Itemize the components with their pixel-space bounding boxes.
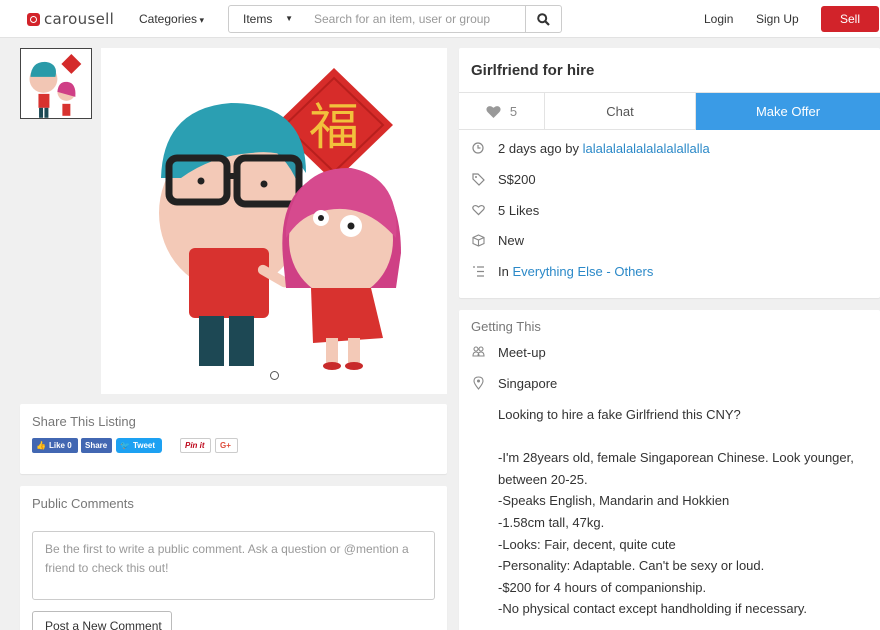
search-button[interactable] xyxy=(525,5,562,33)
post-comment-button[interactable]: Post a New Comment xyxy=(32,611,172,630)
price-row: S$200 xyxy=(471,170,536,188)
login-link[interactable]: Login xyxy=(704,12,733,26)
sell-button[interactable]: Sell xyxy=(821,6,879,32)
carousell-logo[interactable]: carousell xyxy=(27,10,114,28)
listing-action-row: 5 Chat Make Offer xyxy=(459,92,880,130)
pinterest-pin-button[interactable]: Pin it xyxy=(180,438,211,453)
share-title: Share This Listing xyxy=(32,414,136,429)
like-button[interactable]: 5 xyxy=(459,93,545,130)
comments-title: Public Comments xyxy=(32,496,134,511)
box-icon xyxy=(471,233,485,247)
listing-title: Girlfriend for hire xyxy=(471,62,595,79)
getting-title: Getting This xyxy=(471,319,541,334)
category-prefix: In xyxy=(498,263,509,279)
logo-text: carousell xyxy=(44,10,115,28)
comment-textarea[interactable]: Be the first to write a public comment. … xyxy=(32,531,435,600)
share-panel: Share This Listing 👍 Like 0 Share 🐦 Twee… xyxy=(20,404,447,474)
list-icon xyxy=(471,264,485,278)
twitter-bird-icon: 🐦 xyxy=(120,441,130,450)
posted-text: 2 days ago by xyxy=(498,140,579,156)
public-comments-panel: Public Comments Be the first to write a … xyxy=(20,486,447,630)
meetup-row: Meet-up xyxy=(471,343,546,361)
thumbs-up-icon: 👍 xyxy=(36,441,46,450)
category-link[interactable]: Everything Else - Others xyxy=(512,264,653,279)
facebook-like-button[interactable]: 👍 Like 0 xyxy=(32,438,78,453)
heart-icon xyxy=(486,106,501,118)
location-text: Singapore xyxy=(498,375,558,391)
make-offer-button[interactable]: Make Offer xyxy=(696,93,880,130)
location-row: Singapore xyxy=(471,374,557,392)
carousell-logo-icon xyxy=(27,12,40,26)
meetup-text: Meet-up xyxy=(498,344,546,360)
chat-button[interactable]: Chat xyxy=(545,93,696,130)
listing-photo[interactable]: 福 xyxy=(101,48,447,394)
price-tag-icon xyxy=(471,172,485,186)
listing-details-panel: Girlfriend for hire 5 Chat Make Offer 2 … xyxy=(459,48,880,298)
condition-row: New xyxy=(471,231,524,249)
signup-link[interactable]: Sign Up xyxy=(756,12,799,26)
category-row: In Everything Else - Others xyxy=(471,262,653,280)
clock-icon xyxy=(471,141,485,155)
listing-price: S$200 xyxy=(498,171,536,187)
carousel-indicator-dot[interactable] xyxy=(270,371,279,380)
posted-row: 2 days ago by lalalalalalalalalalallalla xyxy=(471,139,710,157)
search-icon xyxy=(537,12,550,26)
fb-like-label: Like 0 xyxy=(48,441,72,450)
likes-row: 5 Likes xyxy=(471,201,539,219)
top-navbar: carousell Categories Items ▼ Search for … xyxy=(0,0,880,38)
couple-illustration-thumb xyxy=(29,53,82,118)
seller-link[interactable]: lalalalalalalalalalallalla xyxy=(583,141,710,156)
location-pin-icon xyxy=(471,376,485,390)
fu-character: 福 xyxy=(309,98,359,156)
getting-this-panel: Getting This Meet-up Singapore Looking t… xyxy=(459,310,880,630)
like-count: 5 xyxy=(509,104,518,119)
photo-thumbnail[interactable] xyxy=(20,48,92,119)
search-scope-label: Items xyxy=(243,12,273,26)
couple-illustration-image: 福 xyxy=(159,68,401,370)
likes-text: 5 Likes xyxy=(498,202,540,218)
search-scope-select[interactable]: Items ▼ xyxy=(228,5,302,33)
caret-down-icon: ▼ xyxy=(285,14,293,23)
heart-outline-icon xyxy=(471,203,485,217)
tweet-label: Tweet xyxy=(132,441,156,450)
facebook-share-button[interactable]: Share xyxy=(81,438,112,453)
twitter-tweet-button[interactable]: 🐦 Tweet xyxy=(116,438,162,453)
listing-description: Looking to hire a fake Girlfriend this C… xyxy=(498,407,854,617)
condition-text: New xyxy=(498,232,525,248)
meetup-people-icon xyxy=(471,345,485,359)
search-input[interactable]: Search for an item, user or group xyxy=(301,5,526,33)
categories-dropdown[interactable]: Categories xyxy=(139,12,204,26)
google-plus-button[interactable]: G+ xyxy=(215,438,238,453)
